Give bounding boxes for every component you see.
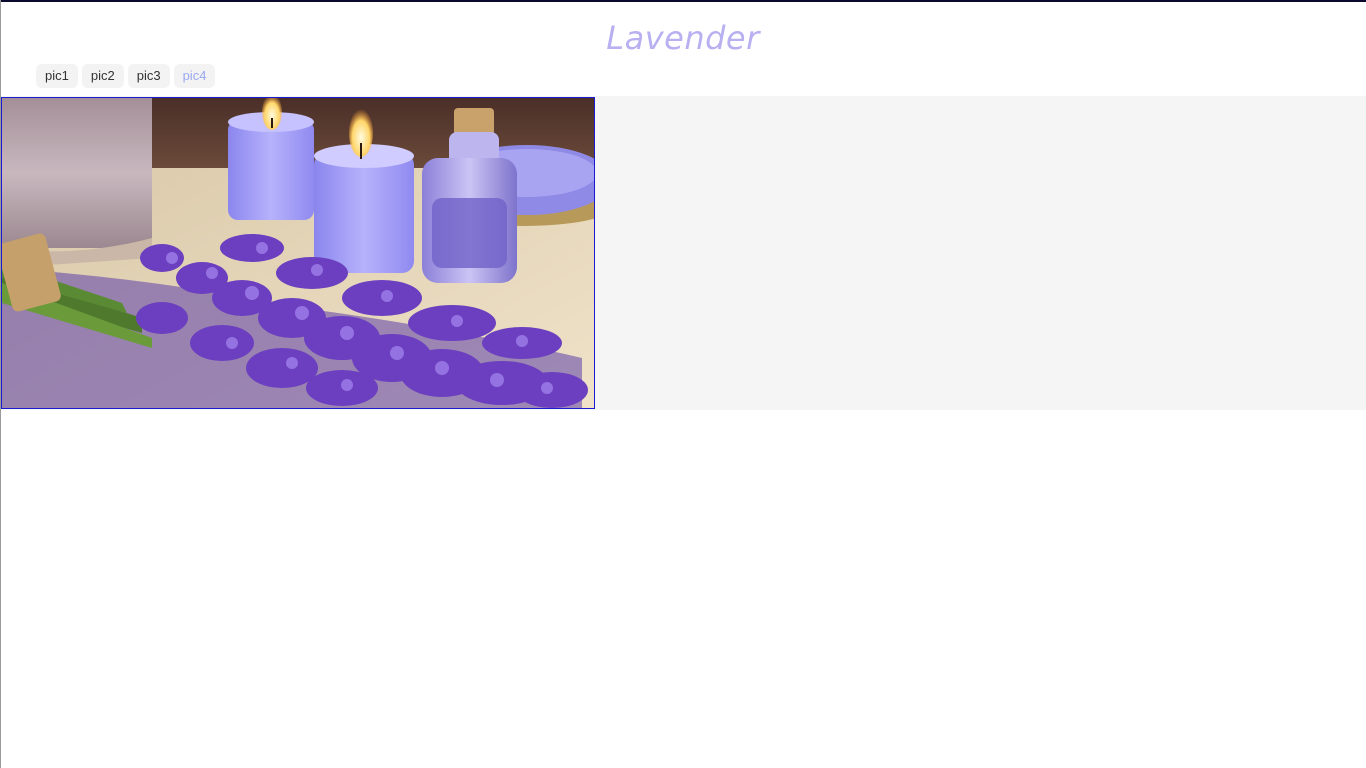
tab-pic3[interactable]: pic3 [127, 64, 170, 88]
picture-tabs: pic1 pic2 pic3 pic4 [36, 64, 216, 88]
window-top-border [0, 0, 1366, 2]
lavender-photo [1, 97, 595, 409]
tab-pic4[interactable]: pic4 [173, 64, 216, 88]
tab-pic1[interactable]: pic1 [36, 64, 78, 88]
picture-stage [1, 96, 1366, 410]
tab-pic2[interactable]: pic2 [81, 64, 124, 88]
page-title: Lavender [606, 19, 760, 57]
